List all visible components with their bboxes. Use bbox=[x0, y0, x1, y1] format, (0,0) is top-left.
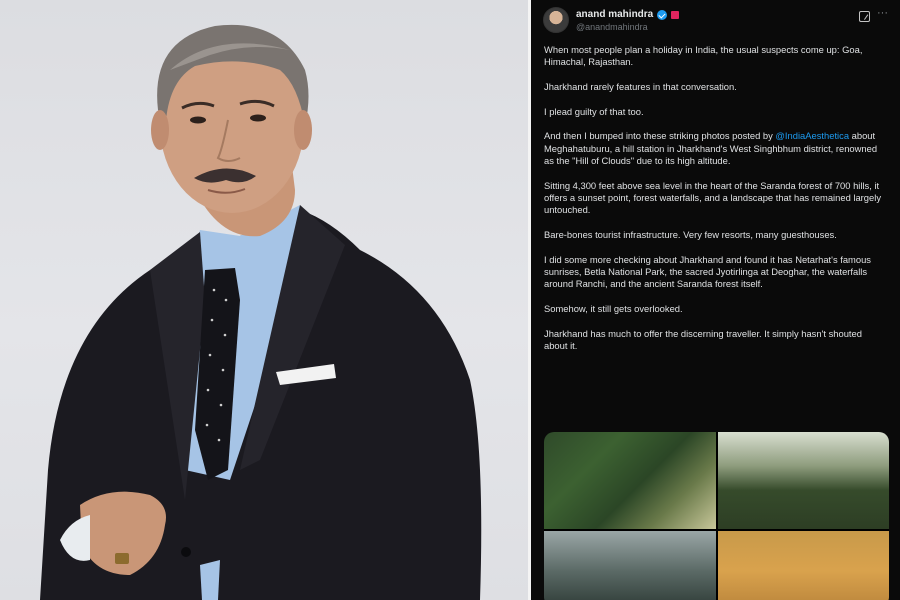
tweet-paragraph: And then I bumped into these striking ph… bbox=[544, 130, 886, 167]
man-in-suit-illustration bbox=[40, 24, 482, 600]
tweet-paragraph: When most people plan a holiday in India… bbox=[544, 44, 863, 68]
grok-icon[interactable] bbox=[859, 11, 870, 22]
avatar[interactable] bbox=[543, 7, 569, 33]
media-photo-forest-flowers[interactable] bbox=[544, 432, 716, 529]
mention-link[interactable]: @IndiaAesthetica bbox=[775, 130, 849, 141]
author-handle[interactable]: @anandmahindra bbox=[576, 22, 648, 32]
tweet-paragraph: I plead guilty of that too. bbox=[544, 105, 644, 117]
tweet-paragraph: I did some more checking about Jharkhand… bbox=[544, 253, 871, 290]
more-options-icon[interactable]: ··· bbox=[877, 7, 888, 19]
portrait-photo bbox=[0, 0, 528, 600]
tweet-paragraph: Somehow, it still gets overlooked. bbox=[544, 302, 683, 314]
affiliate-badge-icon bbox=[671, 10, 680, 19]
tweet-paragraph: Bare-bones tourist infrastructure. Very … bbox=[544, 228, 837, 240]
author-display-name[interactable]: anand mahindra bbox=[576, 9, 653, 20]
tweet-paragraph: Jharkhand rarely features in that conver… bbox=[544, 80, 737, 92]
tweet-header: anand mahindra @anandmahindra ··· bbox=[543, 7, 892, 35]
media-photo-misty-trees[interactable] bbox=[544, 531, 716, 600]
tweet-paragraph: Jharkhand has much to offer the discerni… bbox=[544, 327, 862, 351]
media-photo-tree-landscape[interactable] bbox=[717, 432, 889, 529]
media-photo-sunset[interactable] bbox=[717, 531, 889, 600]
verified-badge-icon bbox=[657, 9, 668, 20]
tweet-card: anand mahindra @anandmahindra ··· When m… bbox=[531, 0, 900, 600]
tweet-paragraph: Sitting 4,300 feet above sea level in th… bbox=[544, 179, 882, 216]
tweet-media-grid bbox=[544, 432, 889, 600]
tweet-text: When most people plan a holiday in India… bbox=[544, 44, 886, 365]
tweet-text-span: And then I bumped into these striking ph… bbox=[544, 130, 776, 142]
author-name-row: anand mahindra bbox=[576, 9, 680, 20]
